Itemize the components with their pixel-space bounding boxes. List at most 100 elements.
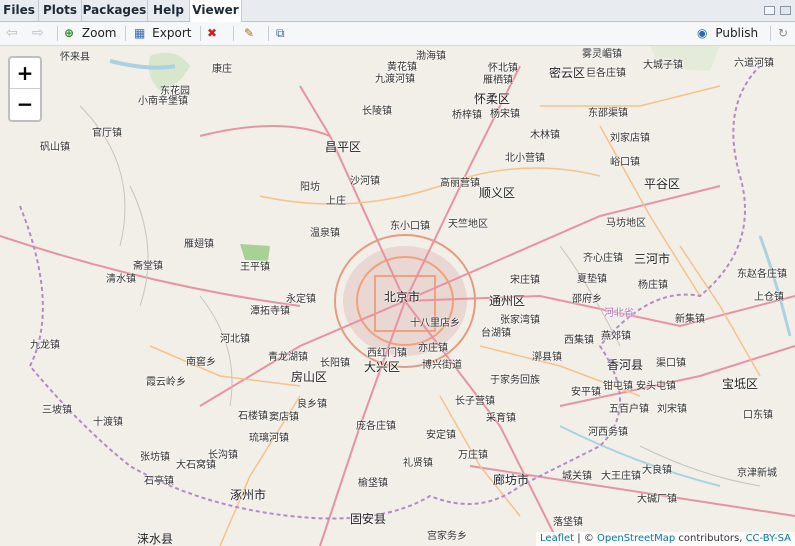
map-label: 十渡镇 [93,417,123,428]
map-label: 雁栖镇 [483,75,513,86]
map-label: 宋庄镇 [510,275,540,286]
map-label: 刘宋镇 [657,404,687,415]
map-label: 长陵镇 [362,106,392,117]
leaflet-map[interactable]: 怀来县 康庄 东花园 小南辛堡镇 官厅镇 矾山镇 黄花镇 九渡河镇 渤海镇 怀北… [0,46,795,546]
map-label: 大良镇 [642,465,672,476]
map-label: 大石窝镇 [176,460,216,471]
forward-arrow-icon[interactable]: ⇨ [32,22,44,45]
map-label: 钳屯镇 [603,381,633,392]
leaflet-link[interactable]: Leaflet [540,533,574,544]
map-label: 雾灵嵋镇 [582,49,622,60]
map-label: 阳坊 [300,182,320,193]
map-label: 官厅镇 [92,128,122,139]
map-label: 杨宋镇 [490,109,520,120]
zoom-button[interactable]: ⊕ Zoom [64,22,120,45]
map-label: 上仓镇 [754,292,784,303]
maximize-icon[interactable] [780,6,791,15]
popout-window-icon[interactable]: ⧉ [276,22,285,45]
map-label: 潭拓寺镇 [250,306,290,317]
map-label: 榆垡镇 [358,478,388,489]
tab-help[interactable]: Help [148,0,190,21]
tab-packages[interactable]: Packages [82,0,148,21]
map-label: 渠口镇 [656,358,686,369]
map-label: 永定镇 [286,294,316,305]
map-label: 三河市 [634,252,671,266]
map-label: 温泉镇 [310,228,340,239]
map-label: 南窖乡 [186,357,216,368]
map-label: 新集镇 [675,314,705,325]
map-label: 博兴街道 [422,360,462,371]
map-label: 大兴区 [364,360,401,374]
map-label: 长子营镇 [455,396,495,407]
export-image-icon: ▦ [134,26,146,40]
map-label: 廊坊市 [493,473,530,487]
map-label: 沙河镇 [350,176,380,187]
map-label: 斋堂镇 [133,261,163,272]
map-label: 清水镇 [106,274,136,285]
tab-plots[interactable]: Plots [39,0,82,21]
map-label: 通州区 [489,294,526,308]
map-label: 宫家务乡 [427,531,467,542]
map-label: 礼贤镇 [403,458,433,469]
map-label: 燕郊镇 [601,331,631,342]
map-label: 良乡镇 [297,399,327,410]
map-label: 杨庄镇 [638,280,668,291]
map-label: 大碱厂镇 [637,494,677,505]
map-zoom-control: + − [8,56,42,122]
map-attribution: Leaflet | © OpenStreetMap contributors, … [536,532,795,546]
map-label: 东小口镇 [390,221,430,232]
map-label: 康庄 [212,64,232,75]
map-label: 峪口镇 [610,157,640,168]
map-label: 青龙湖镇 [268,352,308,363]
map-label: 宝坻区 [722,377,759,391]
map-label: 河西务镇 [588,427,628,438]
map-label: 安头屯镇 [636,381,676,392]
pane-tab-bar: Files Plots Packages Help Viewer [0,0,795,22]
broom-icon[interactable]: ✎ [244,22,254,45]
map-label: 木林镇 [530,130,560,141]
map-label: 亦庄镇 [418,343,448,354]
map-label: 顺义区 [479,186,516,200]
map-label: 九龙镇 [30,340,60,351]
export-dropdown[interactable]: ▦ Export ▼ [134,22,196,62]
map-label: 小南辛堡镇 [138,96,188,107]
map-label: 邵府乡 [572,294,602,305]
minimize-icon[interactable] [764,6,775,15]
map-label: 昌平区 [325,140,362,154]
map-label: 西红门镇 [367,348,407,359]
map-label: 大王庄镇 [601,471,641,482]
map-label: 怀来县 [60,52,90,63]
map-label: 雁翅镇 [184,239,214,250]
map-label: 北小营镇 [505,153,545,164]
map-label: 齐心庄镇 [583,253,623,264]
map-label: 河北省 [604,308,634,319]
map-label: 马坊地区 [606,218,646,229]
publish-button[interactable]: ◉ Publish [697,22,763,45]
map-label: 安平镇 [571,387,601,398]
tab-files[interactable]: Files [0,0,39,21]
map-label: 香河县 [607,358,644,372]
map-label: 口东镇 [743,410,773,421]
map-label: 东邵渠镇 [588,108,628,119]
map-label: 天竺地区 [448,219,488,230]
map-label: 三坡镇 [42,405,72,416]
osm-link[interactable]: OpenStreetMap [597,533,675,544]
map-label: 十八里店乡 [410,318,460,329]
clear-viewer-icon[interactable]: ✖ [207,22,217,45]
map-label: 霞云岭乡 [146,377,186,388]
map-label: 密云区 [549,66,586,80]
map-label: 九渡河镇 [375,74,415,85]
map-label: 王平镇 [240,262,270,273]
zoom-out-button[interactable]: − [10,89,40,119]
map-label: 于家务回族 [490,375,540,386]
map-label: 庞各庄镇 [356,421,396,432]
map-label: 万庄镇 [458,450,488,461]
map-label: 漷县镇 [532,352,562,363]
map-label: 张坊镇 [140,452,170,463]
zoom-in-button[interactable]: + [10,58,40,89]
tab-viewer[interactable]: Viewer [190,0,242,22]
map-label: 涞水县 [137,532,174,546]
refresh-icon[interactable]: ↻ [778,22,788,45]
license-link[interactable]: CC-BY-SA [746,533,791,544]
back-arrow-icon[interactable]: ⇦ [6,22,18,45]
